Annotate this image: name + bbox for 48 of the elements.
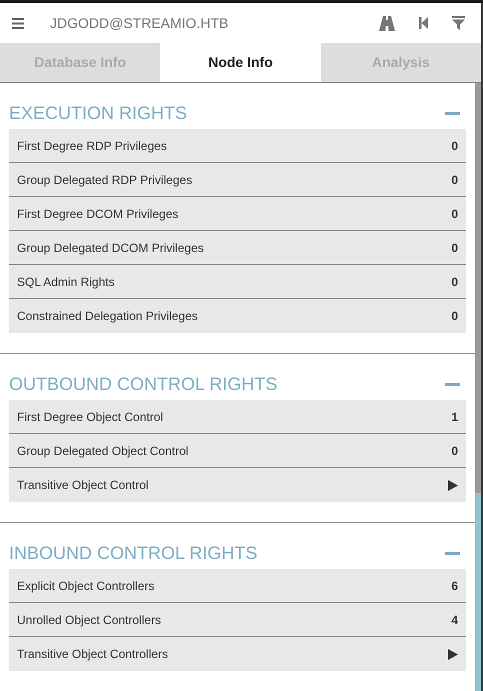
filter-icon[interactable] [452,16,465,30]
collapse-icon[interactable] [445,552,460,554]
row-count: 0 [451,274,458,290]
node-title: JDGODD@STREAMIO.HTB [50,14,228,32]
list-row[interactable]: Explicit Object Controllers 6 [9,569,466,603]
row-label: Constrained Delegation Privileges [17,308,198,325]
row-label: SQL Admin Rights [17,274,115,290]
row-label: First Degree DCOM Privileges [17,206,178,222]
list-row[interactable]: First Degree RDP Privileges 0 [9,129,466,163]
row-label: Group Delegated Object Control [17,442,188,460]
row-label: Transitive Object Control [17,477,149,494]
section-heading: INBOUND CONTROL RIGHTS [9,542,258,564]
row-label: Unrolled Object Controllers [17,612,162,628]
row-count: 0 [451,172,458,188]
row-label: Explicit Object Controllers [17,578,154,594]
row-count: 1 [451,408,458,426]
list-row[interactable]: Unrolled Object Controllers 4 [9,603,466,637]
play-icon[interactable] [448,648,458,660]
list-row[interactable]: Transitive Object Controllers [9,637,466,671]
road-icon[interactable] [379,16,395,30]
row-count: 0 [451,138,458,154]
row-count: 0 [451,308,458,325]
row-label: Group Delegated DCOM Privileges [17,240,204,256]
list-row[interactable]: First Degree DCOM Privileges 0 [9,197,466,231]
row-count: 4 [451,612,458,628]
list-row[interactable]: Transitive Object Control [9,468,466,502]
row-count: 6 [451,578,458,594]
play-icon[interactable] [448,480,458,490]
collapse-icon[interactable] [445,382,460,386]
row-count: 0 [451,240,458,256]
row-label: First Degree Object Control [17,408,164,426]
list-row[interactable]: First Degree Object Control 1 [9,400,466,434]
section-heading: OUTBOUND CONTROL RIGHTS [9,372,278,396]
row-label: Transitive Object Controllers [17,646,168,663]
section-heading: EXECUTION RIGHTS [9,102,188,124]
skip-back-icon[interactable] [419,17,428,29]
list-row[interactable]: SQL Admin Rights 0 [9,265,466,299]
collapse-icon[interactable] [445,112,460,114]
row-count: 0 [451,206,458,222]
menu-icon[interactable] [12,18,24,28]
scrollbar[interactable] [475,83,481,691]
list-row[interactable]: Group Delegated RDP Privileges 0 [9,163,466,197]
list-row[interactable]: Constrained Delegation Privileges 0 [9,299,466,333]
list-row[interactable]: Group Delegated Object Control 0 [9,434,466,468]
list-row[interactable]: Group Delegated DCOM Privileges 0 [9,231,466,265]
row-label: Group Delegated RDP Privileges [17,172,192,188]
row-count: 0 [451,442,458,460]
row-label: First Degree RDP Privileges [17,138,167,154]
